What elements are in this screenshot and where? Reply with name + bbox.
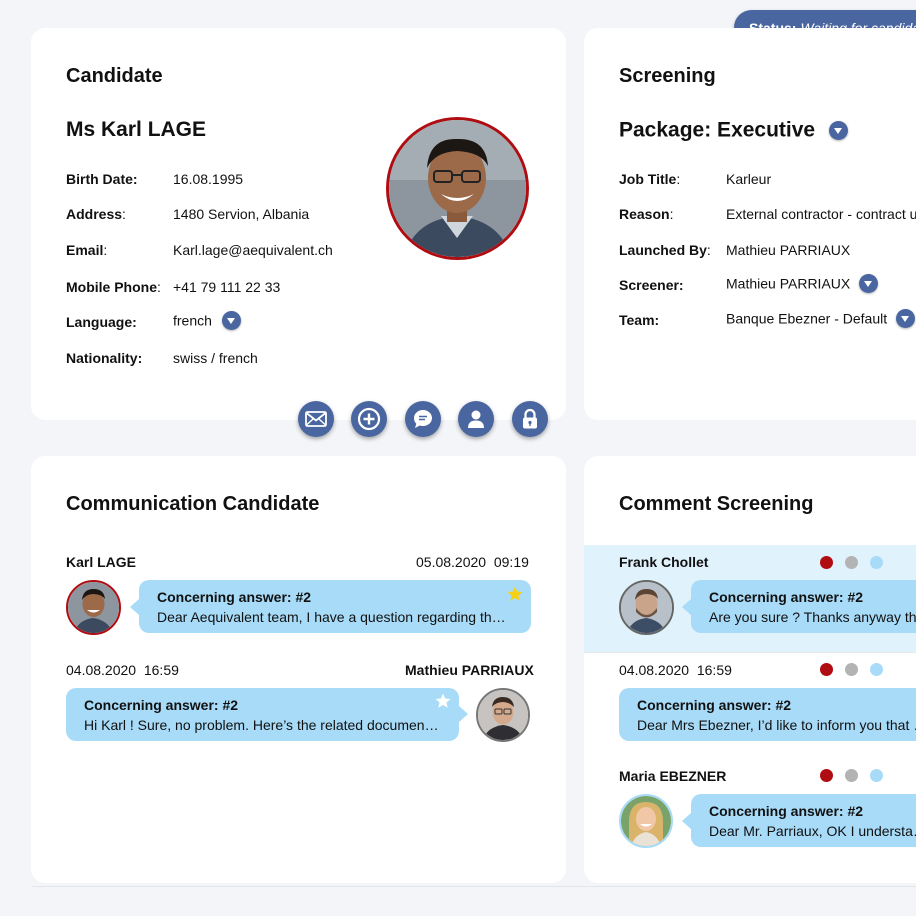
bubble-tail [682, 813, 691, 829]
message-subject: Concerning answer: #2 [157, 589, 312, 605]
email-value[interactable]: Karl.lage@aequivalent.ch [173, 242, 333, 258]
nationality-value: swiss / french [173, 350, 258, 366]
status-dot-blue[interactable] [870, 556, 883, 569]
status-dot-blue[interactable] [870, 769, 883, 782]
address-label: Address: [66, 206, 126, 222]
language-value: french [173, 311, 241, 330]
comment-author: Frank Chollet [619, 554, 709, 570]
reason-value: External contractor - contract update [726, 206, 916, 222]
comment-subject: Concerning answer: #2 [709, 803, 864, 819]
status-dot-gray[interactable] [845, 663, 858, 676]
team-dropdown-icon[interactable] [896, 309, 915, 328]
plus-icon [357, 407, 381, 431]
status-dot-gray[interactable] [845, 769, 858, 782]
birth-date-label: Birth Date: [66, 171, 138, 187]
footer-divider [32, 886, 916, 887]
status-dot-red[interactable] [820, 769, 833, 782]
comment-subject: Concerning answer: #2 [637, 697, 792, 713]
message-bubble[interactable]: Concerning answer: #2 Hi Karl ! Sure, no… [66, 688, 459, 741]
screener-label: Screener: [619, 277, 684, 293]
job-title-label: Job Title: [619, 171, 681, 187]
star-icon-filled[interactable] [506, 585, 524, 603]
message-subject: Concerning answer: #2 [84, 697, 239, 713]
add-button[interactable] [351, 401, 387, 437]
message-sender: Karl LAGE [66, 554, 137, 570]
comment-text: Dear Mr. Parriaux, OK I understand the [709, 823, 916, 839]
email-label: Email: [66, 242, 108, 258]
comment-author-avatar [619, 794, 673, 848]
chat-icon [414, 410, 432, 428]
comment-bubble[interactable]: Concerning answer: #2 Are you sure ? Tha… [691, 580, 916, 633]
language-label: Language: [66, 314, 137, 330]
comment-text: Dear Mrs Ebezner, I’d like to inform you… [637, 717, 916, 733]
mobile-value: +41 79 111 22 33 [173, 279, 281, 295]
nationality-label: Nationality: [66, 350, 143, 366]
comment-author: Maria EBEZNER [619, 768, 727, 784]
message-button[interactable] [405, 401, 441, 437]
mobile-label: Mobile Phone: [66, 279, 161, 295]
communication-title: Communication Candidate [66, 493, 320, 515]
person-icon [468, 410, 484, 428]
language-dropdown-icon[interactable] [221, 311, 241, 330]
package-heading: Package: Executive [619, 118, 848, 142]
comment-text: Are you sure ? Thanks anyway then. [709, 609, 916, 625]
comment-author-avatar [619, 580, 674, 635]
message-bubble[interactable]: Concerning answer: #2 Dear Aequivalent t… [139, 580, 531, 633]
team-label: Team: [619, 312, 660, 328]
comment-screening-title: Comment Screening [619, 493, 814, 515]
lock-icon [523, 408, 537, 429]
message-sender: Mathieu PARRIAUX [405, 662, 534, 678]
lock-button[interactable] [512, 401, 548, 437]
comment-divider [584, 652, 916, 653]
mail-icon [305, 411, 327, 427]
team-value: Banque Ebezner - Default [726, 309, 915, 328]
bubble-tail [682, 599, 691, 615]
message-text: Hi Karl ! Sure, no problem. Here’s the r… [84, 717, 441, 733]
status-dot-blue[interactable] [870, 663, 883, 676]
bubble-tail [130, 599, 139, 615]
comment-timestamp: 04.08.2020 16:59 [619, 662, 732, 678]
job-title-value: Karleur [726, 171, 772, 187]
launched-by-value: Mathieu PARRIAUX [726, 242, 851, 258]
comment-bubble[interactable]: Concerning answer: #2 Dear Mrs Ebezner, … [619, 688, 916, 741]
message-text: Dear Aequivalent team, I have a question… [157, 609, 513, 625]
profile-button[interactable] [458, 401, 494, 437]
reason-label: Reason: [619, 206, 674, 222]
recipient-avatar [476, 688, 530, 742]
screener-dropdown-icon[interactable] [859, 274, 879, 293]
package-dropdown-icon[interactable] [828, 120, 848, 140]
address-value: 1480 Servion, Albania [173, 206, 310, 222]
sender-avatar [66, 580, 121, 635]
status-dot-gray[interactable] [845, 556, 858, 569]
message-timestamp: 04.08.2020 16:59 [66, 662, 179, 678]
mail-button[interactable] [298, 401, 334, 437]
screener-value: Mathieu PARRIAUX [726, 274, 879, 293]
candidate-name: Ms Karl LAGE [66, 118, 207, 141]
screening-title: Screening [619, 65, 716, 87]
launched-by-label: Launched By: [619, 242, 711, 258]
candidate-title: Candidate [66, 65, 163, 87]
message-timestamp: 05.08.2020 09:19 [416, 554, 529, 570]
status-dot-red[interactable] [820, 556, 833, 569]
status-dot-red[interactable] [820, 663, 833, 676]
comment-subject: Concerning answer: #2 [709, 589, 864, 605]
birth-date-value: 16.08.1995 [173, 171, 244, 187]
candidate-avatar [386, 117, 529, 260]
comment-bubble[interactable]: Concerning answer: #2 Dear Mr. Parriaux,… [691, 794, 916, 847]
star-icon-outline[interactable] [434, 692, 452, 710]
bubble-tail [459, 706, 468, 722]
